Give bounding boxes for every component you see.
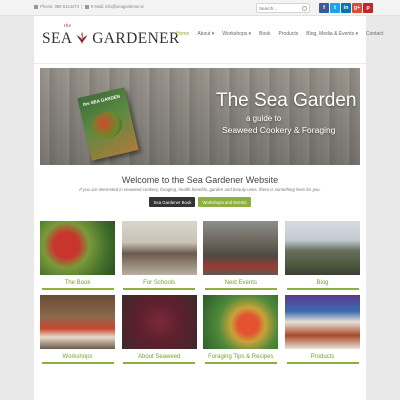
hero-title: The Sea Garden — [216, 90, 357, 111]
tile-underline — [204, 288, 277, 290]
tile-underline — [204, 362, 277, 364]
tile-image[interactable] — [40, 221, 115, 275]
logo-word-gardener: GARDENER — [92, 30, 180, 47]
logo-word-sea: SEA — [42, 30, 72, 47]
nav-blog-media-events[interactable]: Blog, Media & Events ▾ — [302, 31, 362, 37]
tile-about-seaweed[interactable]: About Seaweed — [121, 295, 197, 364]
tile-products[interactable]: Products — [285, 295, 360, 364]
welcome-buttons: Sea Gardener Book Workshops and Events — [34, 197, 366, 207]
facebook-icon[interactable]: f — [319, 3, 329, 13]
nav-workshops[interactable]: Workshops ▾ — [218, 31, 255, 37]
seaweed-logo-icon — [76, 32, 87, 44]
pinterest-icon[interactable]: p — [363, 3, 373, 13]
twitter-icon[interactable]: t — [330, 3, 340, 13]
tile-image[interactable] — [40, 295, 115, 349]
book-cover-title: the SEA GARDEN — [82, 93, 121, 108]
tile-for-schools[interactable]: For Schools — [121, 221, 197, 290]
phone-icon — [34, 4, 38, 9]
tile-image[interactable] — [203, 221, 279, 275]
tile-blog[interactable]: Blog — [285, 221, 360, 290]
tile-image[interactable] — [203, 295, 279, 349]
tile-label[interactable]: Foraging Tips & Recipes — [203, 354, 278, 360]
hero-banner[interactable]: the SEA GARDEN The Sea Garden a guide to… — [40, 68, 360, 165]
contact-info: Phone: 086 8124274 | E-Mail: info@seagar… — [34, 4, 144, 9]
main-nav: Home About ▾ Workshops ▾ Book Products B… — [172, 31, 387, 37]
phone-text: Phone: 086 8124274 — [40, 4, 80, 9]
tile-label[interactable]: For Schools — [122, 280, 197, 286]
tile-label[interactable]: Blog — [285, 280, 360, 286]
tile-label[interactable]: Workshops — [40, 354, 115, 360]
tile-image[interactable] — [121, 295, 197, 349]
site-logo[interactable]: the SEA GARDENER — [42, 24, 180, 48]
tile-underline — [286, 362, 359, 364]
site-header: the SEA GARDENER Home About ▾ Workshops … — [34, 16, 383, 66]
top-bar: Phone: 086 8124274 | E-Mail: info@seagar… — [0, 0, 400, 16]
main-content: the SEA GARDEN The Sea Garden a guide to… — [34, 66, 366, 400]
tile-image[interactable] — [285, 295, 360, 349]
linkedin-icon[interactable]: in — [341, 3, 351, 13]
tile-the-book[interactable]: The Book — [40, 221, 115, 290]
tile-image[interactable] — [285, 221, 360, 275]
workshops-events-button[interactable]: Workshops and Events — [198, 197, 251, 207]
tile-label[interactable]: The Book — [40, 280, 115, 286]
tile-image[interactable] — [121, 221, 197, 275]
hero-subtitle: a guide to — [246, 114, 282, 123]
email-text[interactable]: E-Mail: info@seagardener.ie — [91, 4, 144, 9]
tile-label[interactable]: About Seaweed — [122, 354, 197, 360]
nav-contact[interactable]: Contact — [362, 31, 387, 37]
nav-home[interactable]: Home — [172, 31, 193, 37]
email-icon — [84, 4, 89, 9]
tile-foraging-tips-recipes[interactable]: Foraging Tips & Recipes — [203, 295, 279, 364]
book-button[interactable]: Sea Gardener Book — [149, 197, 196, 207]
search-box[interactable] — [256, 3, 310, 13]
header-divider — [34, 63, 366, 64]
tile-underline — [41, 288, 114, 290]
google-plus-icon[interactable]: g+ — [352, 3, 362, 13]
social-links: f t in g+ p — [319, 3, 373, 13]
tile-underline — [286, 288, 359, 290]
tile-underline — [123, 288, 196, 290]
nav-book[interactable]: Book — [255, 31, 274, 37]
tile-label[interactable]: Products — [285, 354, 360, 360]
nav-products[interactable]: Products — [275, 31, 303, 37]
hero-tagline: Seaweed Cookery & Foraging — [222, 125, 336, 135]
search-icon[interactable] — [302, 6, 307, 11]
tile-underline — [41, 362, 114, 364]
tile-next-events[interactable]: Next Events — [203, 221, 279, 290]
tile-label[interactable]: Next Events — [203, 280, 278, 286]
logo-the: the — [64, 24, 72, 29]
search-input[interactable] — [259, 5, 301, 12]
welcome-heading: Welcome to the Sea Gardener Website — [121, 175, 279, 185]
nav-about[interactable]: About ▾ — [193, 31, 218, 37]
welcome-subtitle: If you are interested in seaweed cookery… — [79, 187, 321, 192]
tile-workshops[interactable]: Workshops — [40, 295, 115, 364]
tile-underline — [123, 362, 196, 364]
